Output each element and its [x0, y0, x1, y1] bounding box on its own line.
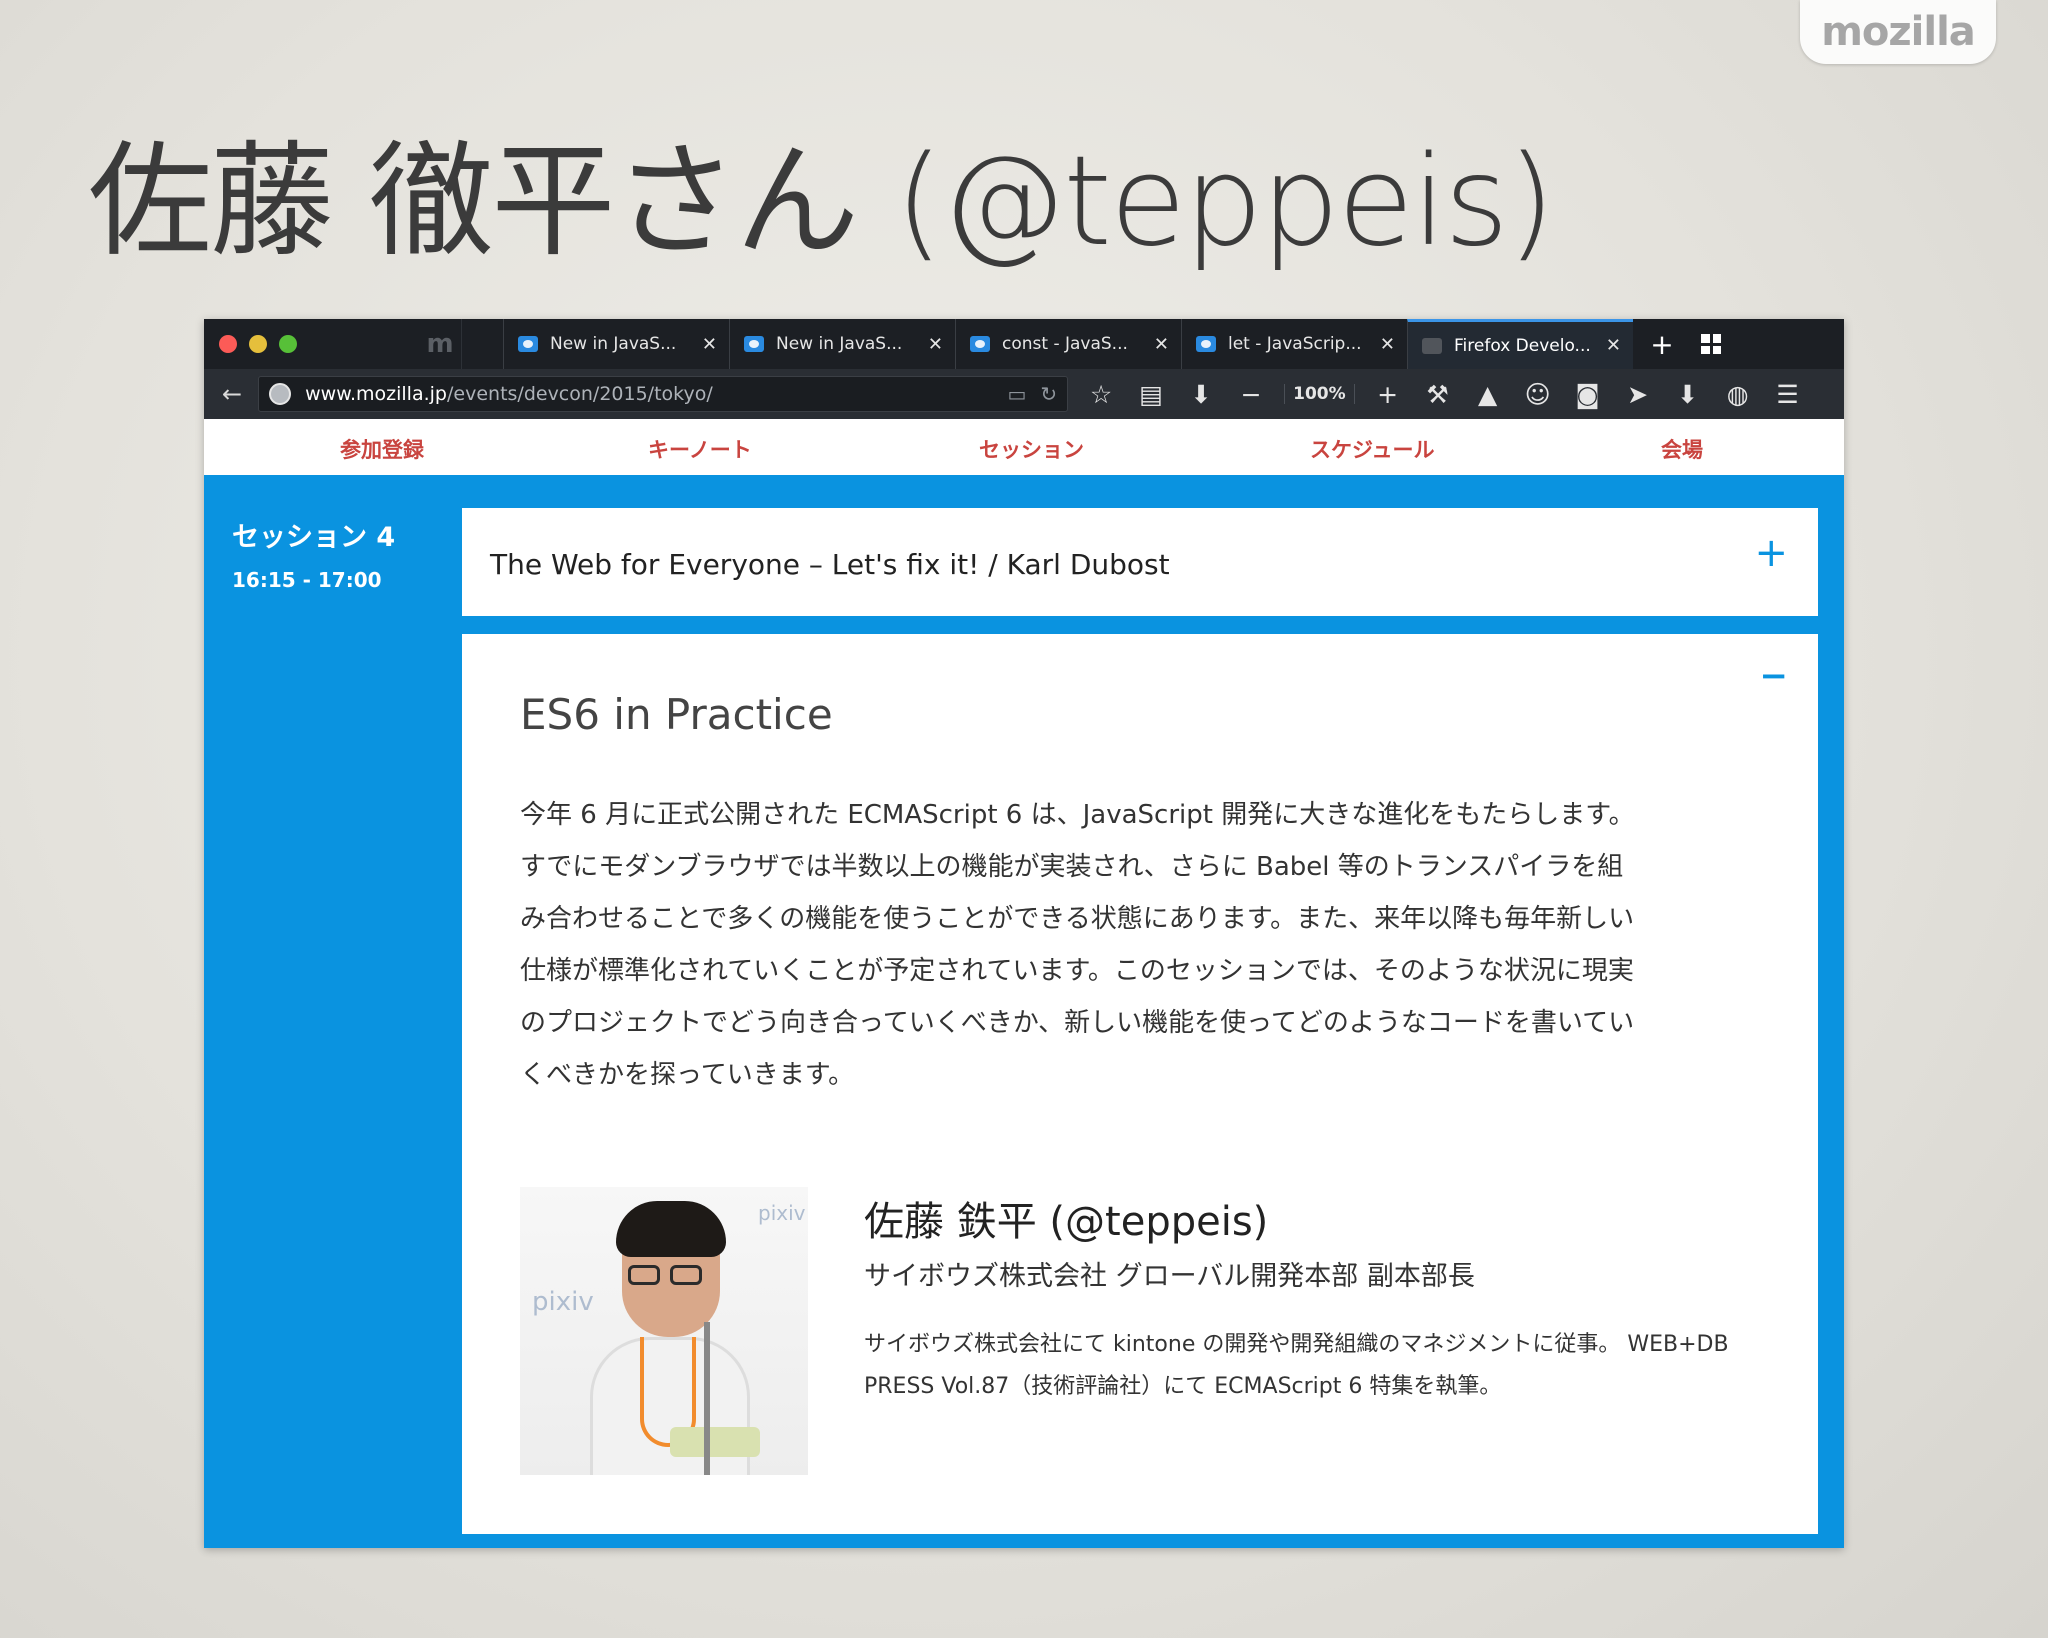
- hamburger-menu-icon[interactable]: ☰: [1771, 380, 1805, 409]
- tab-5-active[interactable]: Firefox Develo... ✕: [1407, 319, 1633, 369]
- tab-label: const - JavaS...: [1002, 334, 1128, 354]
- mdn-favicon-icon: [970, 336, 990, 352]
- nav-schedule-link[interactable]: スケジュール: [1310, 434, 1435, 464]
- site-navigation: 参加登録 キーノート セッション スケジュール 会場: [204, 419, 1844, 475]
- rocket-icon[interactable]: ▲: [1471, 380, 1505, 409]
- tab-label: Firefox Develo...: [1454, 335, 1591, 356]
- grid-icon: [1701, 334, 1721, 354]
- window-controls: [219, 335, 419, 353]
- mozilla-wordmark: mozilla: [1821, 9, 1976, 55]
- description-line: すでにモダンブラウザでは半数以上の機能が実装され、さらに Babel 等のトラン…: [520, 852, 1624, 882]
- close-icon[interactable]: ✕: [702, 334, 717, 355]
- download-dropdown-icon[interactable]: ⬇: [1671, 380, 1705, 409]
- globe-icon: [269, 383, 292, 405]
- session-info: セッション 4 16:15 - 17:00: [232, 515, 395, 592]
- mdn-favicon-icon: [518, 336, 538, 352]
- toolbar-buttons: ☆ ▤ ⬇ − 100% + ⚒ ▲ ☺ ◙ ➤ ⬇ ◍ ☰: [1084, 380, 1805, 409]
- developer-globe-icon[interactable]: ◍: [1721, 380, 1755, 409]
- pinned-tab-mozilla[interactable]: m: [419, 319, 461, 369]
- mdn-favicon-icon: [1196, 336, 1216, 352]
- close-icon[interactable]: ✕: [1606, 335, 1621, 356]
- close-icon[interactable]: ✕: [1154, 334, 1169, 355]
- glasses-lens: [670, 1265, 702, 1285]
- description-line: み合わせることで多くの機能を使うことができる状態にあります。また、来年以降も毎年…: [520, 904, 1635, 934]
- talk-card-expanded: − ES6 in Practice 今年 6 月に正式公開された ECMAScr…: [462, 634, 1818, 1534]
- reader-view-icon[interactable]: ▭: [1007, 382, 1026, 406]
- reload-icon[interactable]: ↻: [1040, 382, 1057, 406]
- nav-venue-link[interactable]: 会場: [1661, 434, 1703, 464]
- pinned-tab-2[interactable]: [461, 319, 503, 369]
- bio-line: サイボウズ株式会社にて kintone の開発や開発組織のマネジメントに従事。 …: [864, 1332, 1729, 1357]
- speaker-hair: [616, 1201, 726, 1257]
- nav-registration-link[interactable]: 参加登録: [340, 434, 424, 464]
- shirt-print: [670, 1427, 760, 1457]
- description-line: くべきかを探っていきます。: [520, 1060, 855, 1090]
- tab-1[interactable]: New in JavaS... ✕: [503, 319, 729, 369]
- nav-keynote-link[interactable]: キーノート: [648, 434, 752, 464]
- browser-window: m New in JavaS... ✕ New in JavaS... ✕ co…: [204, 319, 1844, 1548]
- chat-bubble-icon[interactable]: ☺: [1521, 380, 1555, 409]
- close-window-button[interactable]: [219, 335, 237, 353]
- navigation-toolbar: ← www.mozilla.jp/events/devcon/2015/toky…: [204, 369, 1844, 419]
- talk-title: The Web for Everyone – Let's fix it! / K…: [490, 548, 1170, 581]
- description-line: 仕様が標準化されていくことが予定されています。このセッションでは、そのような状況…: [520, 956, 1634, 986]
- close-icon[interactable]: ✕: [928, 334, 943, 355]
- expand-plus-icon[interactable]: +: [1754, 530, 1788, 576]
- mozilla-favicon-icon: [1422, 337, 1442, 354]
- zoom-window-button[interactable]: [279, 335, 297, 353]
- tab-4[interactable]: let - JavaScrip... ✕: [1181, 319, 1407, 369]
- zoom-in-icon[interactable]: +: [1371, 380, 1405, 409]
- bio-line: PRESS Vol.87（技術評論社）にて ECMAScript 6 特集を執筆…: [864, 1374, 1502, 1399]
- speaker-bio: サイボウズ株式会社にて kintone の開発や開発組織のマネジメントに従事。 …: [864, 1324, 1784, 1408]
- tab-strip: m New in JavaS... ✕ New in JavaS... ✕ co…: [204, 319, 1844, 369]
- minimize-window-button[interactable]: [249, 335, 267, 353]
- tab-groups-button[interactable]: [1691, 334, 1731, 354]
- tab-3[interactable]: const - JavaS... ✕: [955, 319, 1181, 369]
- backdrop-logo-text: pixiv: [532, 1287, 594, 1317]
- back-arrow-icon[interactable]: ←: [222, 380, 242, 408]
- slide-title: 佐藤 徹平さん (@teppeis): [88, 130, 1555, 274]
- bookmarks-list-icon[interactable]: ▤: [1134, 380, 1168, 409]
- pocket-icon[interactable]: ◙: [1571, 380, 1605, 409]
- wrench-icon[interactable]: ⚒: [1421, 380, 1455, 409]
- tab-2[interactable]: New in JavaS... ✕: [729, 319, 955, 369]
- description-line: 今年 6 月に正式公開された ECMAScript 6 は、JavaScript…: [520, 800, 1635, 830]
- speaker-name: 佐藤 鉄平 (@teppeis): [864, 1199, 1269, 1245]
- speaker-role: サイボウズ株式会社 グローバル開発本部 副本部長: [864, 1261, 1475, 1292]
- talk-heading: ES6 in Practice: [520, 690, 833, 739]
- zoom-out-icon[interactable]: −: [1234, 380, 1268, 409]
- nav-sessions-link[interactable]: セッション: [979, 434, 1084, 464]
- url-host: www.mozilla.jp: [305, 383, 447, 405]
- tab-label: New in JavaS...: [776, 334, 903, 354]
- mozilla-logo-tab: mozilla: [1800, 0, 1996, 64]
- url-bar[interactable]: www.mozilla.jp/events/devcon/2015/tokyo/…: [258, 376, 1069, 412]
- send-arrow-icon[interactable]: ➤: [1621, 380, 1655, 409]
- bookmark-star-icon[interactable]: ☆: [1084, 380, 1118, 409]
- description-line: のプロジェクトでどう向き合っていくべきか、新しい機能を使ってどのようなコードを書…: [520, 1008, 1635, 1038]
- tab-label: let - JavaScrip...: [1228, 334, 1362, 354]
- talk-description: 今年 6 月に正式公開された ECMAScript 6 は、JavaScript…: [520, 789, 1770, 1101]
- microphone-stand: [704, 1322, 710, 1475]
- mdn-favicon-icon: [744, 336, 764, 352]
- close-icon[interactable]: ✕: [1380, 334, 1395, 355]
- backdrop-logo-text: pixiv: [758, 1201, 806, 1225]
- url-path: /events/devcon/2015/tokyo/: [447, 383, 713, 405]
- collapse-minus-icon[interactable]: −: [1760, 656, 1789, 696]
- speaker-photo: pixiv pixiv: [520, 1187, 808, 1475]
- zoom-level[interactable]: 100%: [1284, 384, 1355, 404]
- glasses-lens: [628, 1265, 660, 1285]
- session-time: 16:15 - 17:00: [232, 568, 382, 592]
- talk-card-collapsed[interactable]: The Web for Everyone – Let's fix it! / K…: [462, 508, 1818, 616]
- tab-label: New in JavaS...: [550, 334, 677, 354]
- download-arrow-icon[interactable]: ⬇: [1184, 380, 1218, 409]
- new-tab-button[interactable]: +: [1633, 328, 1691, 361]
- session-name: セッション 4: [232, 522, 396, 553]
